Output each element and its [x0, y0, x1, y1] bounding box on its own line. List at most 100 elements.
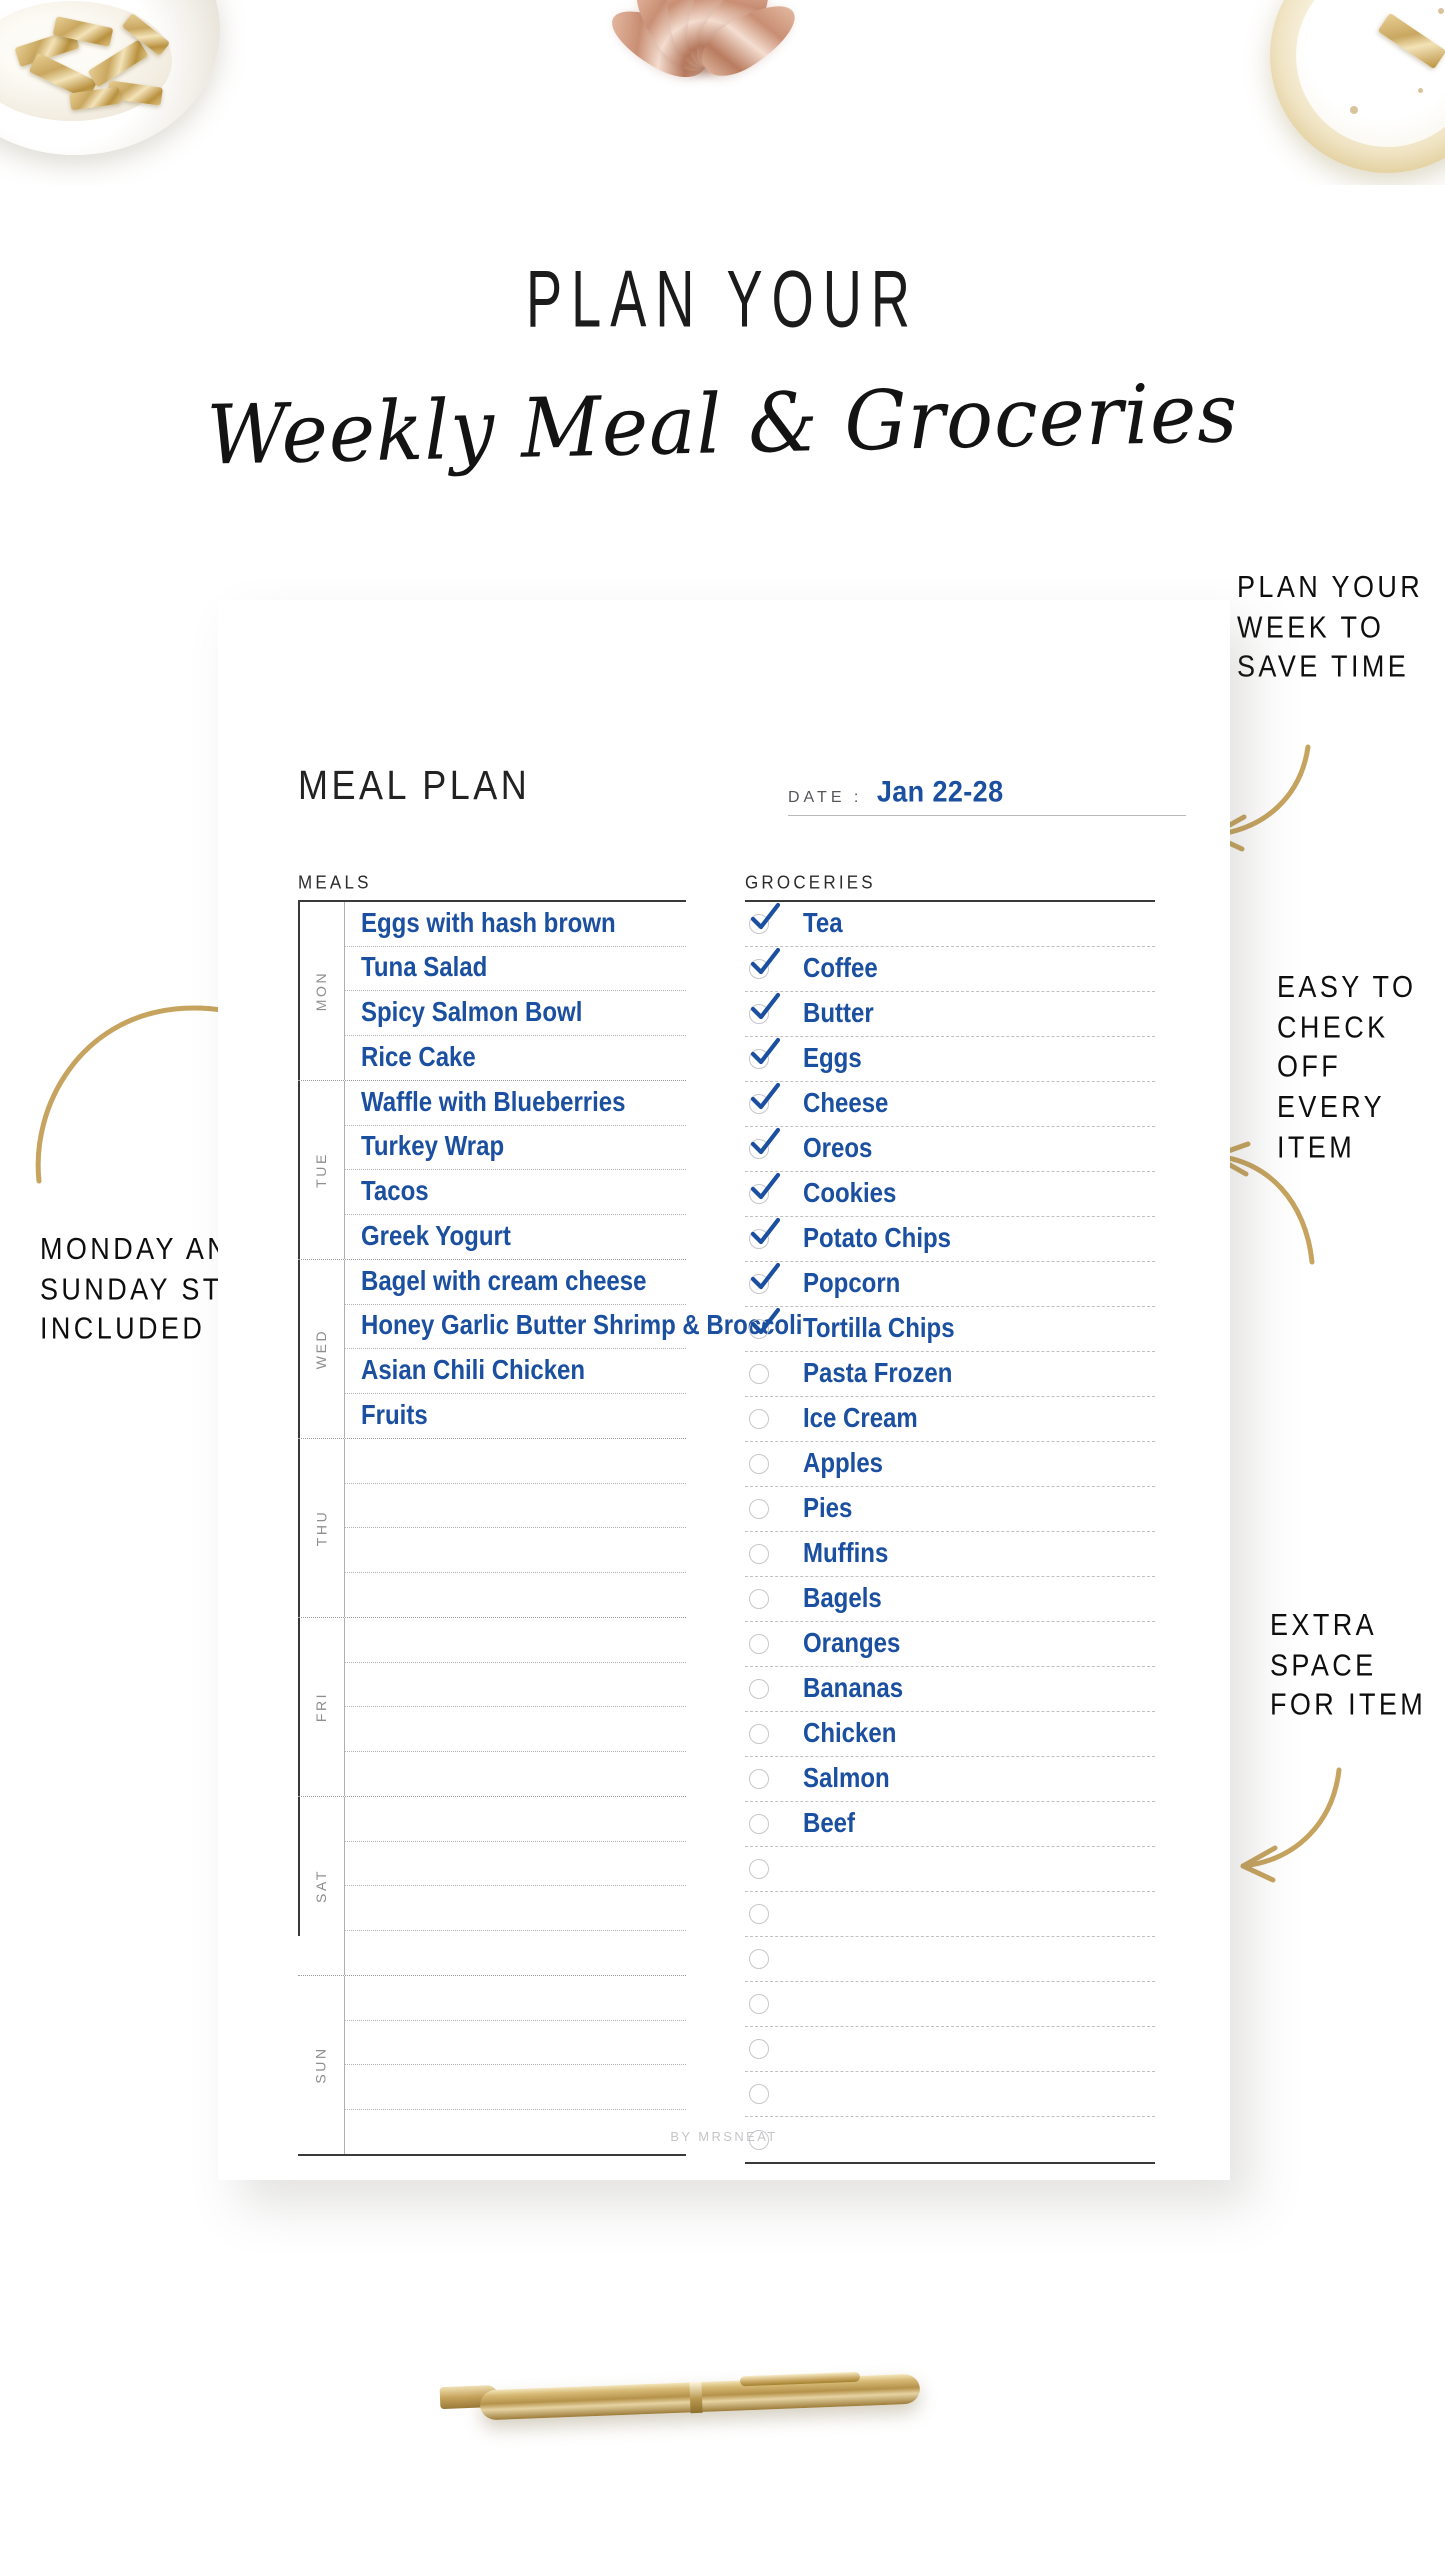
checkbox-unchecked[interactable] [749, 1589, 769, 1609]
checkbox-checked[interactable] [749, 1262, 781, 1294]
grocery-row[interactable]: Coffee [745, 947, 1155, 992]
grocery-row[interactable]: Tortilla Chips [745, 1307, 1155, 1352]
meal-row[interactable] [345, 1752, 686, 1797]
day-label-wed: WED [298, 1260, 344, 1438]
meal-row[interactable]: Greek Yogurt [345, 1215, 686, 1260]
grocery-row[interactable]: Popcorn [745, 1262, 1155, 1307]
meal-row[interactable] [345, 2065, 686, 2110]
grocery-label: Apples [803, 1448, 884, 1479]
grocery-row[interactable]: Muffins [745, 1532, 1155, 1577]
meal-row[interactable] [345, 1797, 686, 1842]
checkmark-icon [748, 901, 782, 935]
grocery-row[interactable]: Bananas [745, 1667, 1155, 1712]
callout-easy-check: EASY TO CHECK OFF EVERY ITEM [1277, 970, 1417, 1164]
grocery-row[interactable]: Tea [745, 902, 1155, 947]
meal-row[interactable]: Rice Cake [345, 1036, 686, 1081]
meal-row[interactable] [345, 1573, 686, 1618]
meal-row[interactable] [345, 1484, 686, 1528]
grocery-row[interactable] [745, 1847, 1155, 1892]
checkbox-unchecked[interactable] [749, 1454, 769, 1474]
meal-row[interactable] [345, 2021, 686, 2065]
meal-row[interactable] [345, 1886, 686, 1931]
checkbox-checked[interactable] [749, 1172, 781, 1204]
meal-row[interactable]: Spicy Salmon Bowl [345, 991, 686, 1036]
checkbox-unchecked[interactable] [749, 1769, 769, 1789]
grocery-row[interactable] [745, 1937, 1155, 1982]
meal-row[interactable]: Bagel with cream cheese [345, 1260, 686, 1305]
checkbox-unchecked[interactable] [749, 1859, 769, 1879]
day-label-text: WED [313, 1328, 329, 1370]
grocery-row[interactable]: Pies [745, 1487, 1155, 1532]
grocery-row[interactable]: Butter [745, 992, 1155, 1037]
checkbox-unchecked[interactable] [749, 1364, 769, 1384]
meal-row[interactable]: Asian Chili Chicken [345, 1349, 686, 1394]
gold-dish-image [1270, 0, 1445, 173]
checkbox-checked[interactable] [749, 947, 781, 979]
meal-row[interactable] [345, 1931, 686, 1976]
checkmark-icon [748, 991, 782, 1025]
meal-text: Eggs with hash brown [361, 907, 616, 939]
meal-row[interactable] [345, 1707, 686, 1752]
checkbox-unchecked[interactable] [749, 1724, 769, 1744]
meal-row[interactable]: Waffle with Blueberries [345, 1081, 686, 1126]
grocery-row[interactable]: Oranges [745, 1622, 1155, 1667]
checkbox-unchecked[interactable] [749, 1904, 769, 1924]
meal-row[interactable]: Tuna Salad [345, 947, 686, 991]
checkbox-checked[interactable] [749, 1082, 781, 1114]
groceries-column-heading: GROCERIES [745, 872, 876, 893]
page-headline: PLAN YOUR [526, 253, 919, 344]
checkbox-unchecked[interactable] [749, 1814, 769, 1834]
checkbox-checked[interactable] [749, 992, 781, 1024]
meal-row[interactable]: Turkey Wrap [345, 1126, 686, 1170]
meal-row[interactable]: Fruits [345, 1394, 686, 1439]
checkbox-checked[interactable] [749, 902, 781, 934]
checkbox-unchecked[interactable] [749, 2039, 769, 2059]
meal-text: Honey Garlic Butter Shrimp & Broccoli [361, 1310, 803, 1342]
date-value[interactable]: Jan 22-28 [877, 775, 1004, 809]
grocery-row[interactable]: Cheese [745, 1082, 1155, 1127]
checkbox-checked[interactable] [749, 1037, 781, 1069]
grocery-row[interactable]: Ice Cream [745, 1397, 1155, 1442]
meal-row[interactable]: Honey Garlic Butter Shrimp & Broccoli [345, 1305, 802, 1349]
checkbox-checked[interactable] [749, 1127, 781, 1159]
day-rows [344, 1439, 686, 1617]
date-field-row[interactable]: DATE : Jan 22-28 [788, 775, 1188, 816]
grocery-row[interactable]: Beef [745, 1802, 1155, 1847]
checkbox-unchecked[interactable] [749, 1544, 769, 1564]
grocery-row[interactable]: Potato Chips [745, 1217, 1155, 1262]
grocery-row[interactable] [745, 1892, 1155, 1937]
checkbox-unchecked[interactable] [749, 1679, 769, 1699]
checkbox-unchecked[interactable] [749, 1994, 769, 2014]
checkbox-unchecked[interactable] [749, 1409, 769, 1429]
meal-row[interactable]: Tacos [345, 1170, 686, 1215]
grocery-row[interactable]: Chicken [745, 1712, 1155, 1757]
grocery-label: Chicken [803, 1718, 897, 1749]
day-rows: Bagel with cream cheese Honey Garlic Butt… [344, 1260, 802, 1439]
meal-text: Fruits [361, 1399, 428, 1431]
meal-row[interactable] [345, 1976, 686, 2021]
checkbox-unchecked[interactable] [749, 1634, 769, 1654]
grocery-row[interactable] [745, 2072, 1155, 2117]
meal-row[interactable] [345, 1663, 686, 1707]
meal-row[interactable]: Eggs with hash brown [345, 902, 686, 947]
grocery-row[interactable]: Pasta Frozen [745, 1352, 1155, 1397]
grocery-row[interactable]: Apples [745, 1442, 1155, 1487]
meal-row[interactable] [345, 1439, 686, 1484]
grocery-row[interactable] [745, 1982, 1155, 2027]
grocery-row[interactable]: Oreos [745, 1127, 1155, 1172]
grocery-row[interactable]: Cookies [745, 1172, 1155, 1217]
grocery-row[interactable]: Eggs [745, 1037, 1155, 1082]
checkbox-unchecked[interactable] [749, 1499, 769, 1519]
planner-sheet: MEAL PLAN DATE : Jan 22-28 MEALS GROCERI… [218, 600, 1230, 2180]
dish-paperclip-icon [1377, 12, 1445, 70]
checkbox-unchecked[interactable] [749, 1949, 769, 1969]
grocery-row[interactable] [745, 2027, 1155, 2072]
checkbox-checked[interactable] [749, 1217, 781, 1249]
meal-row[interactable] [345, 1842, 686, 1886]
grocery-row[interactable]: Salmon [745, 1757, 1155, 1802]
checkbox-checked[interactable] [749, 1307, 781, 1339]
grocery-row[interactable]: Bagels [745, 1577, 1155, 1622]
checkbox-unchecked[interactable] [749, 2084, 769, 2104]
meal-row[interactable] [345, 1528, 686, 1573]
meal-row[interactable] [345, 1618, 686, 1663]
